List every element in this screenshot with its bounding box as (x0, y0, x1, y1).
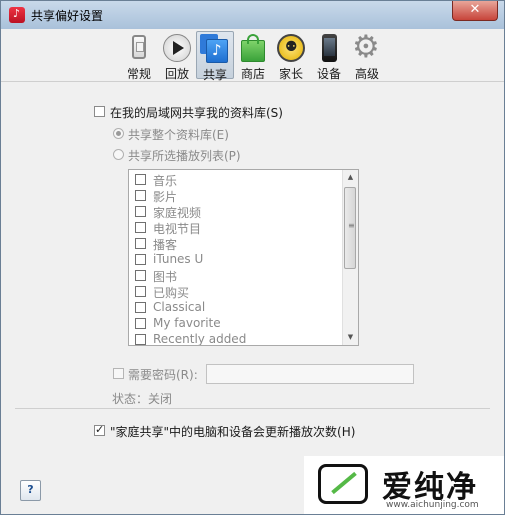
share-entire-radio[interactable] (113, 128, 124, 139)
playlist-name: 音乐 (153, 174, 178, 188)
playlist-name: Recently added (153, 332, 247, 346)
tab-store[interactable]: 商店 (234, 31, 272, 81)
password-field[interactable] (206, 364, 414, 384)
tab-playback-label: 回放 (164, 67, 189, 81)
itunes-app-icon (9, 7, 25, 23)
title-bar: 共享偏好设置 ✕ (1, 1, 504, 29)
sharing-icon: ♪ (200, 34, 230, 64)
playlist-checkbox[interactable] (135, 238, 146, 249)
playback-icon (162, 33, 192, 63)
playlist-checkbox[interactable] (135, 190, 146, 201)
playlist-list[interactable]: 音乐 影片 家庭视频 电视节目 播客 iTunes U 图书 已购买 Class… (128, 169, 359, 346)
tab-general-label: 常规 (126, 67, 151, 81)
tab-sharing[interactable]: ♪ 共享 (196, 31, 234, 82)
sharing-panel: 在我的局域网共享我的资料库(S) 共享整个资料库(E) 共享所选播放列表(P) … (1, 82, 504, 514)
playlist-checkbox[interactable] (135, 174, 146, 185)
watermark: 爱纯净 www.aichunjing.com (304, 456, 504, 514)
grip-icon: ≡ (348, 221, 355, 230)
status-text: 状态：关闭 (112, 392, 173, 406)
tab-advanced-label: 高级 (354, 67, 379, 81)
playlist-checkbox[interactable] (135, 222, 146, 233)
help-button[interactable]: ? (20, 480, 41, 501)
separator (15, 408, 490, 409)
tab-general[interactable]: 常规 (120, 31, 158, 81)
playlist-checkbox[interactable] (135, 334, 146, 345)
scroll-thumb[interactable]: ≡ (344, 187, 356, 269)
share-entire-label: 共享整个资料库(E) (128, 128, 229, 142)
playlist-name: 电视节目 (153, 222, 202, 236)
playlist-checkbox[interactable] (135, 318, 146, 329)
window-title: 共享偏好设置 (31, 9, 104, 23)
playlist-checkbox[interactable] (135, 254, 146, 265)
tab-store-label: 商店 (240, 67, 265, 81)
playlist-name: My favorite (153, 316, 221, 330)
tab-playback[interactable]: 回放 (158, 31, 196, 81)
share-library-checkbox[interactable] (94, 106, 105, 117)
playlist-checkbox[interactable] (135, 270, 146, 281)
require-password-label: 需要密码(R): (128, 368, 198, 382)
playlist-checkbox[interactable] (135, 302, 146, 313)
share-library-label: 在我的局域网共享我的资料库(S) (110, 106, 283, 120)
general-icon (124, 33, 154, 63)
playlist-scrollbar[interactable]: ▲ ≡ ▼ (342, 170, 358, 345)
watermark-url: www.aichunjing.com (386, 500, 479, 510)
devices-icon (314, 33, 344, 63)
playlist-name: 影片 (153, 190, 178, 204)
watermark-logo-icon (318, 464, 368, 504)
playlist-name: 播客 (153, 238, 178, 252)
share-selected-label: 共享所选播放列表(P) (128, 149, 241, 163)
playlist-name: Classical (153, 300, 206, 314)
tab-devices-label: 设备 (316, 67, 341, 81)
playlist-checkbox[interactable] (135, 206, 146, 217)
store-icon (238, 33, 268, 63)
tab-parental-label: 家长 (278, 67, 303, 81)
scroll-down-arrow-icon[interactable]: ▼ (343, 330, 358, 345)
advanced-icon: ⚙ (352, 29, 380, 65)
tab-advanced[interactable]: ⚙ 高级 (348, 29, 386, 81)
preferences-toolbar: 常规 回放 ♪ 共享 商店 ⚉ 家长 设备 ⚙ 高级 (1, 29, 504, 82)
playlist-name: 家庭视频 (153, 206, 202, 220)
tab-sharing-label: 共享 (202, 68, 227, 82)
home-sharing-label: "家庭共享"中的电脑和设备会更新播放次数(H) (110, 425, 356, 439)
home-sharing-checkbox[interactable] (94, 423, 105, 436)
preferences-window: 共享偏好设置 ✕ 常规 回放 ♪ 共享 (0, 0, 505, 515)
scroll-up-arrow-icon[interactable]: ▲ (343, 170, 358, 185)
require-password-checkbox[interactable] (113, 368, 124, 379)
tab-parental[interactable]: ⚉ 家长 (272, 31, 310, 81)
playlist-name: 图书 (153, 270, 178, 284)
tab-devices[interactable]: 设备 (310, 31, 348, 81)
playlist-name: iTunes U (153, 252, 204, 266)
close-button[interactable]: ✕ (452, 1, 498, 21)
share-selected-radio[interactable] (113, 149, 124, 160)
playlist-name: 已购买 (153, 286, 190, 300)
playlist-checkbox[interactable] (135, 286, 146, 297)
parental-icon: ⚉ (276, 33, 306, 63)
